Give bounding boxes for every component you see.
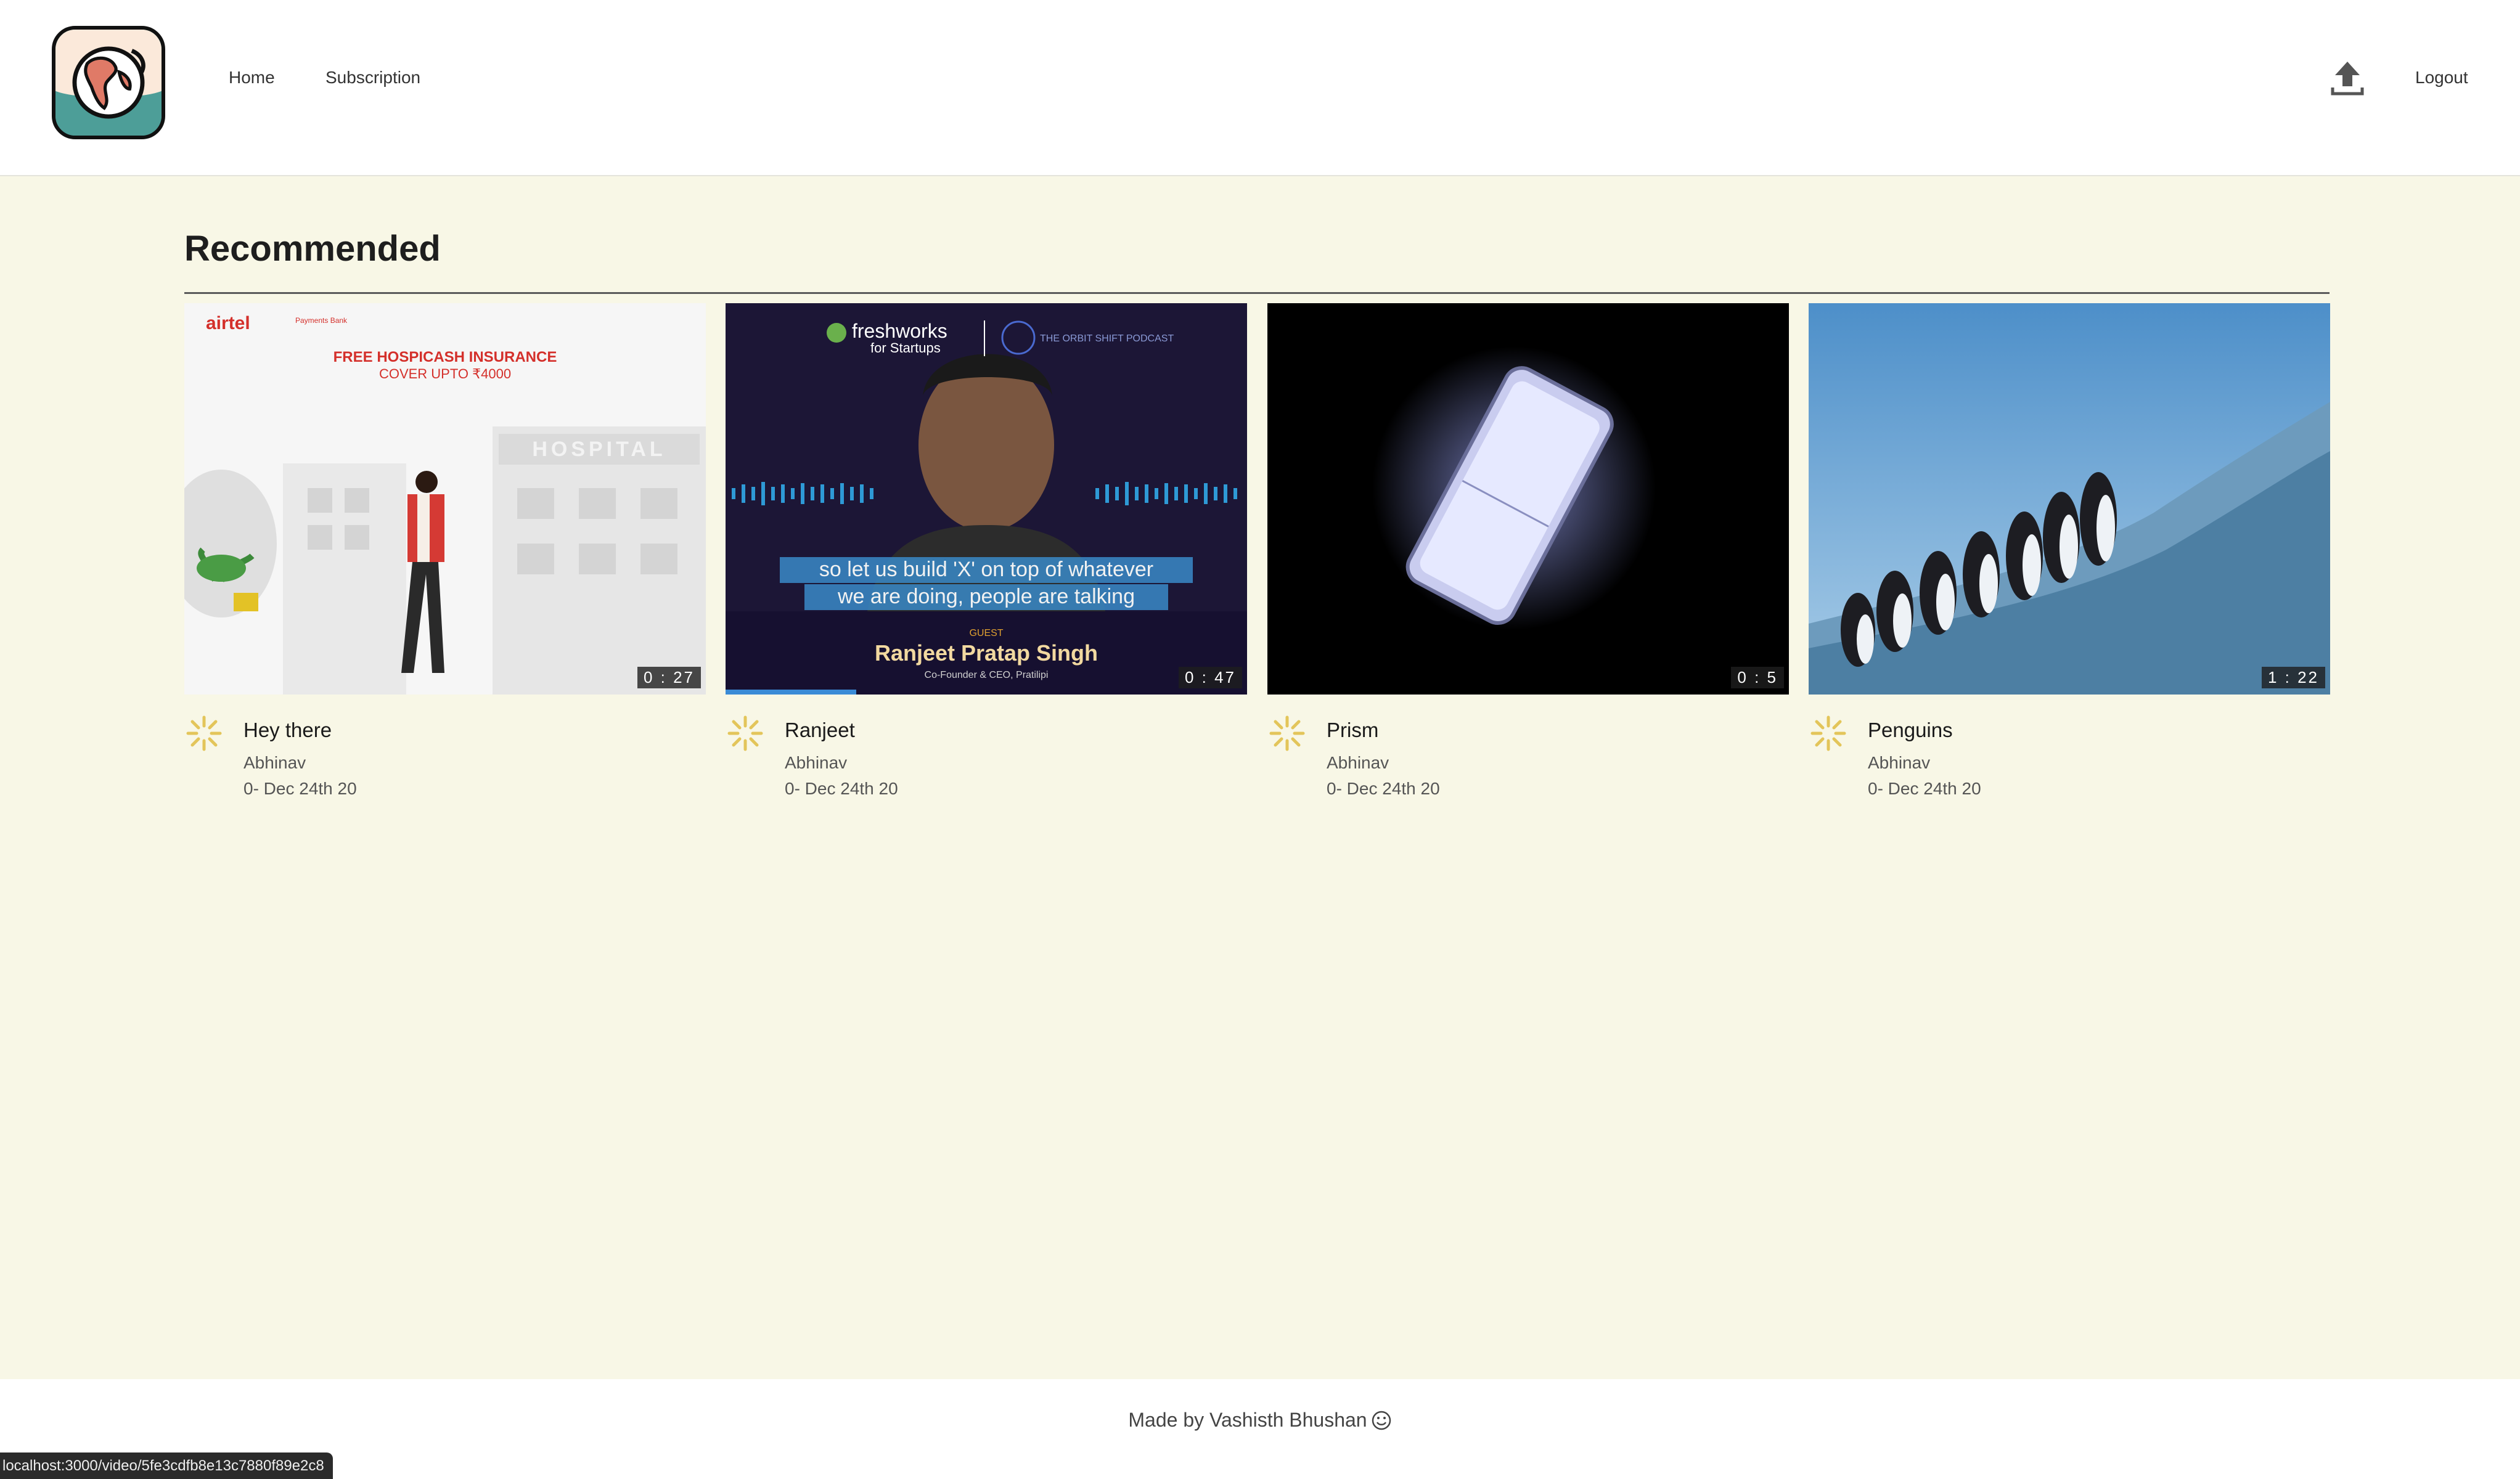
video-date: 0- Dec 24th 20 [1327, 779, 1440, 798]
video-author[interactable]: Abhinav [785, 753, 847, 773]
video-card-prism[interactable]: 0 : 5 Prism Abhinav 0- Dec 24th 20 [1267, 303, 1789, 809]
video-author[interactable]: Abhinav [1327, 753, 1389, 773]
freshworks-brand-sub: for Startups [870, 340, 941, 356]
channel-avatar[interactable] [1267, 714, 1307, 753]
video-title[interactable]: Hey there [243, 719, 332, 742]
video-title[interactable]: Ranjeet [785, 719, 855, 742]
thumb-caption-1: so let us build 'X' on top of whatever [819, 558, 1153, 581]
video-date: 0- Dec 24th 20 [1868, 779, 1981, 798]
channel-avatar[interactable] [726, 714, 765, 753]
section-divider [184, 292, 2330, 294]
top-navbar: Home Subscription Logout [0, 0, 2520, 176]
smile-icon [1372, 1411, 1391, 1430]
footer: Made by Vashisth Bhushan [0, 1379, 2520, 1479]
podcast-name: THE ORBIT SHIFT PODCAST [1040, 333, 1174, 344]
footer-credit-text: Made by Vashisth Bhushan [1128, 1409, 1367, 1431]
browser-status-url: localhost:3000/video/5fe3cdfb8e13c7880f8… [0, 1453, 333, 1479]
video-card-penguins[interactable]: 1 : 22 Penguins Abhinav 0- Dec 24th 20 [1809, 303, 2330, 809]
footer-credit: Made by Vashisth Bhushan [0, 1409, 2520, 1432]
globe-logo-icon[interactable] [52, 26, 165, 139]
channel-avatar[interactable] [184, 714, 224, 753]
nav-home-link[interactable]: Home [229, 68, 275, 88]
video-date: 0- Dec 24th 20 [785, 779, 898, 798]
duration-badge: 0 : 47 [1178, 667, 1242, 688]
watch-progress-bar [726, 690, 856, 695]
logout-link[interactable]: Logout [2415, 68, 2468, 88]
thumb-headline: FREE HOSPICASH INSURANCE [333, 349, 557, 365]
nav-subscription-link[interactable]: Subscription [325, 68, 420, 88]
video-thumbnail[interactable]: 0 : 5 [1267, 303, 1789, 695]
guest-name: Ranjeet Pratap Singh [875, 640, 1098, 666]
airtel-brand: airtel [206, 313, 250, 333]
guest-label: GUEST [969, 628, 1003, 638]
video-title[interactable]: Prism [1327, 719, 1378, 742]
video-author[interactable]: Abhinav [1868, 753, 1930, 773]
thumb-caption-2: we are doing, people are talking [837, 585, 1135, 608]
freshworks-brand: freshworks [852, 320, 947, 342]
duration-badge: 0 : 27 [637, 667, 701, 688]
duration-badge: 0 : 5 [1731, 667, 1784, 688]
hospital-sign: HOSPITAL [532, 438, 666, 461]
airtel-brand-sub: Payments Bank [295, 316, 348, 325]
video-thumbnail[interactable]: HOSPITAL airtel Payments Bank FREE HOSPI… [184, 303, 706, 695]
video-thumbnail[interactable]: 1 : 22 [1809, 303, 2330, 695]
duration-badge: 1 : 22 [2261, 667, 2325, 688]
guest-role: Co-Founder & CEO, Pratilipi [925, 670, 1049, 680]
video-author[interactable]: Abhinav [243, 753, 306, 773]
video-date: 0- Dec 24th 20 [243, 779, 357, 798]
video-card-hey-there[interactable]: HOSPITAL airtel Payments Bank FREE HOSPI… [184, 303, 706, 809]
section-title: Recommended [184, 229, 441, 269]
video-card-ranjeet[interactable]: so let us build 'X' on top of whatever w… [726, 303, 1247, 809]
upload-icon[interactable] [2330, 59, 2365, 97]
thumb-subline: COVER UPTO ₹4000 [379, 366, 511, 381]
video-title[interactable]: Penguins [1868, 719, 1953, 742]
channel-avatar[interactable] [1809, 714, 1848, 753]
video-thumbnail[interactable]: so let us build 'X' on top of whatever w… [726, 303, 1247, 695]
